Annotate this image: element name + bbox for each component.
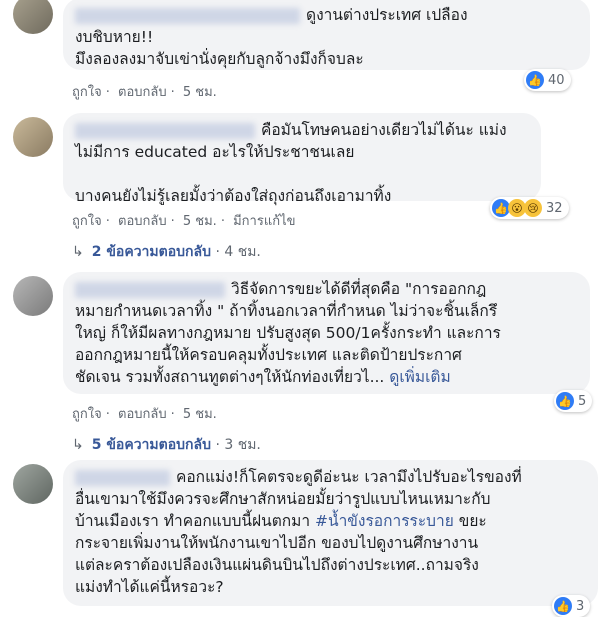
avatar[interactable] xyxy=(13,0,53,34)
comment-bubble: คอกแม่ง!ก็โคตรจะดูดีอ่ะนะ เวลามึงไปรับอะ… xyxy=(63,460,598,606)
reaction-summary[interactable]: 👍 40 xyxy=(524,69,571,91)
edited-label[interactable]: มีการแก้ไข xyxy=(233,214,295,229)
comment-actions: ถูกใจ · ตอบกลับ · 5 ชม. xyxy=(72,407,217,422)
commenter-name-redacted[interactable] xyxy=(75,281,225,298)
commenter-name-redacted[interactable] xyxy=(75,7,300,24)
timestamp[interactable]: 5 ชม. xyxy=(183,85,217,100)
reaction-count: 40 xyxy=(548,72,565,88)
comment-bubble: คือมันโทษคนอย่างเดียวไม่ได้นะ แม่งไม่มีก… xyxy=(63,113,541,205)
reply-arrow-icon: ↳ xyxy=(72,244,84,260)
avatar[interactable] xyxy=(13,117,53,157)
replies-time: 3 ชม. xyxy=(224,437,261,453)
comment-bubble: วิธีจัดการขยะได้ดีที่สุดคือ "การออกกฎ หมา… xyxy=(63,272,590,394)
reply-link[interactable]: ตอบกลับ xyxy=(118,85,167,100)
comment-text: ดูงานต่างประเทศ เปลือง xyxy=(306,6,468,24)
replies-link[interactable]: 2 ข้อความตอบกลับ xyxy=(92,244,211,260)
sad-face-icon: 😢 xyxy=(524,199,542,217)
reply-link[interactable]: ตอบกลับ xyxy=(118,214,167,229)
comment-text-cont: ไม่มีการ educated อะไรให้ประชาชนเลย บางค… xyxy=(75,143,392,205)
thumbs-up-icon: 👍 xyxy=(556,392,574,410)
reaction-count: 3 xyxy=(576,598,585,614)
commenter-name-redacted[interactable] xyxy=(75,122,255,139)
reaction-summary[interactable]: 👍 3 xyxy=(552,595,591,617)
replies-link[interactable]: 5 ข้อความตอบกลับ xyxy=(92,437,211,453)
avatar[interactable] xyxy=(13,276,53,316)
reaction-count: 5 xyxy=(578,393,587,409)
commenter-name-redacted[interactable] xyxy=(75,469,170,486)
thumbs-up-icon: 👍 xyxy=(526,71,544,89)
view-replies[interactable]: ↳ 2 ข้อความตอบกลับ · 4 ชม. xyxy=(72,241,261,263)
comment-text: วิธีจัดการขยะได้ดีที่สุดคือ "การออกกฎ xyxy=(231,280,487,298)
comment-actions: ถูกใจ · ตอบกลับ · 5 ชม. xyxy=(72,85,217,100)
reaction-count: 32 xyxy=(546,200,563,216)
like-link[interactable]: ถูกใจ xyxy=(72,214,102,229)
avatar[interactable] xyxy=(13,464,53,504)
reply-arrow-icon: ↳ xyxy=(72,437,84,453)
see-more-link[interactable]: ดูเพิ่มเติม xyxy=(389,368,450,386)
comment-text-cont: งบชิบหาย!! มึงลองลงมาจับเข่านั่งคุยกับลู… xyxy=(75,28,364,68)
like-link[interactable]: ถูกใจ xyxy=(72,407,102,422)
like-link[interactable]: ถูกใจ xyxy=(72,85,102,100)
comment-text: คือมันโทษคนอย่างเดียวไม่ได้นะ แม่ง xyxy=(261,121,507,139)
thumbs-up-icon: 👍 xyxy=(554,597,572,615)
reaction-summary[interactable]: 👍 😮 😢 32 xyxy=(490,197,569,219)
comment-bubble: ดูงานต่างประเทศ เปลืองงบชิบหาย!! มึงลองล… xyxy=(63,0,590,70)
replies-time: 4 ชม. xyxy=(224,244,261,260)
comment-text: คอกแม่ง!ก็โคตรจะดูดีอ่ะนะ เวลามึงไปรับอะ… xyxy=(176,468,522,486)
hashtag-link[interactable]: #น้ำขังรอการระบาย xyxy=(315,512,454,530)
timestamp[interactable]: 5 ชม. xyxy=(183,214,217,229)
view-replies[interactable]: ↳ 5 ข้อความตอบกลับ · 3 ชม. xyxy=(72,434,261,456)
reply-link[interactable]: ตอบกลับ xyxy=(118,407,167,422)
reaction-summary[interactable]: 👍 5 xyxy=(554,390,593,412)
timestamp[interactable]: 5 ชม. xyxy=(183,407,217,422)
comment-actions: ถูกใจ · ตอบกลับ · 5 ชม. · มีการแก้ไข xyxy=(72,214,296,229)
